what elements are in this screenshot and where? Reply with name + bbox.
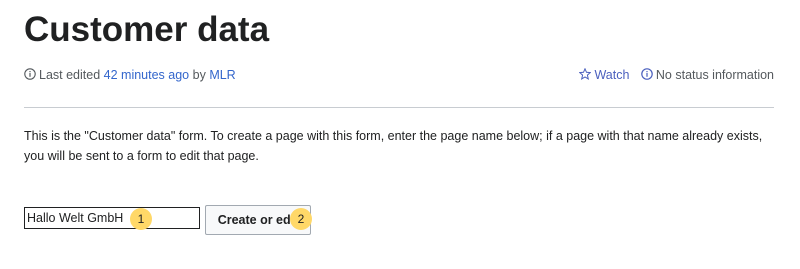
last-edited-prefix: Last edited: [39, 68, 101, 82]
editor-link[interactable]: MLR: [209, 68, 235, 82]
watch-label: Watch: [594, 68, 630, 82]
page-actions: Watch No status information: [579, 66, 774, 84]
form-intro-text: This is the "Customer data" form. To cre…: [24, 129, 763, 163]
annotation-marker-2: 2: [290, 208, 312, 230]
page-name-input[interactable]: [24, 207, 200, 229]
by-text: by: [192, 68, 206, 82]
page-meta-bar: Last edited 42 minutes ago by MLR Watch …: [24, 66, 774, 84]
last-edited-info: Last edited 42 minutes ago by MLR: [24, 66, 236, 84]
page-name-form: Create or edit: [24, 205, 424, 237]
status-info-icon: [641, 68, 653, 80]
header-divider: [24, 107, 774, 108]
annotation-marker-1: 1: [130, 208, 152, 230]
star-icon: [579, 68, 592, 80]
last-edited-time-link[interactable]: 42 minutes ago: [104, 68, 189, 82]
watch-button[interactable]: Watch: [579, 68, 632, 82]
page-title: Customer data: [24, 10, 270, 49]
info-icon: [24, 68, 36, 80]
status-label[interactable]: No status information: [656, 68, 774, 82]
